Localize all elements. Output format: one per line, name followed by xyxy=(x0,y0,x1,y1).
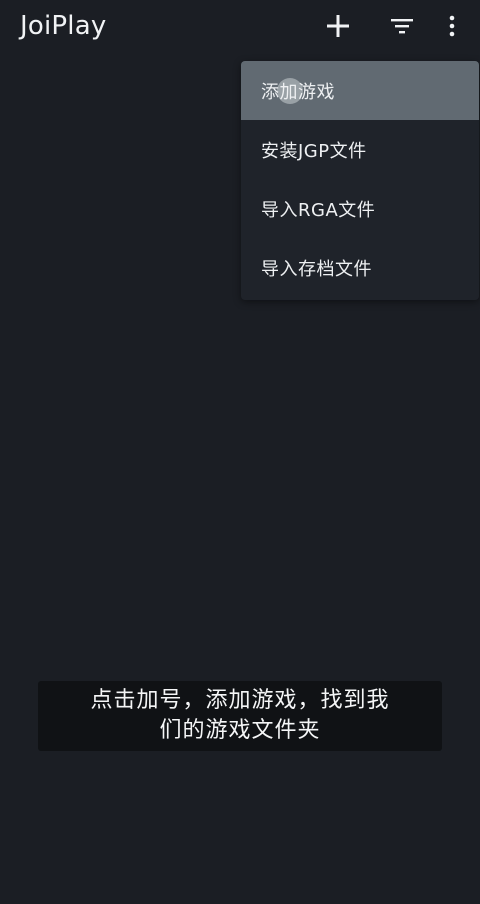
menu-item-label: 导入存档文件 xyxy=(261,258,372,280)
caption-line-1: 点击加号，添加游戏，找到我 xyxy=(90,688,390,713)
filter-button[interactable] xyxy=(382,8,422,44)
add-game-button[interactable] xyxy=(318,8,358,44)
add-icon xyxy=(327,15,349,37)
menu-item-import-rga[interactable]: 导入RGA文件 xyxy=(241,179,479,238)
menu-item-import-save[interactable]: 导入存档文件 xyxy=(241,238,479,297)
add-dropdown-menu: 添加游戏 安装JGP文件 导入RGA文件 导入存档文件 xyxy=(241,61,479,300)
menu-item-label: 添加游戏 xyxy=(261,81,335,103)
app-title: JoiPlay xyxy=(20,11,107,41)
more-options-button[interactable] xyxy=(432,8,472,44)
instruction-caption: 点击加号，添加游戏，找到我 们的游戏文件夹 xyxy=(38,681,442,751)
menu-item-install-jgp[interactable]: 安装JGP文件 xyxy=(241,120,479,179)
caption-line-2: 们的游戏文件夹 xyxy=(159,718,321,743)
menu-item-label: 导入RGA文件 xyxy=(261,199,376,221)
more-vert-icon xyxy=(449,15,455,37)
menu-item-add-game[interactable]: 添加游戏 xyxy=(241,61,479,120)
filter-icon xyxy=(391,19,413,34)
menu-item-label: 安装JGP文件 xyxy=(261,140,367,162)
app-screen: JoiPlay 添加游戏 安装JGP文件 导入RGA文件 导入存档文件 点击加号… xyxy=(0,0,480,904)
top-app-bar: JoiPlay xyxy=(0,0,480,54)
